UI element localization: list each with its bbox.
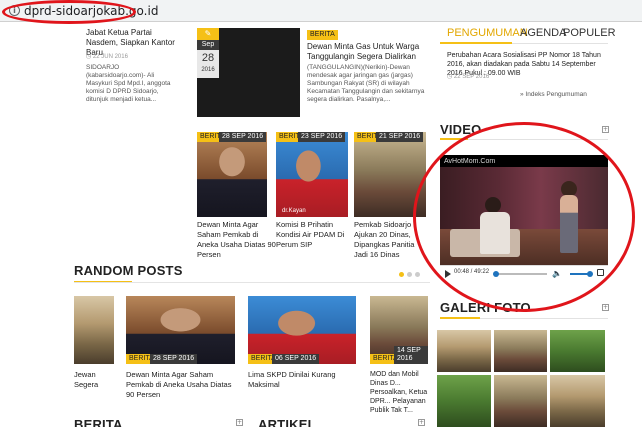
section-underline	[440, 138, 468, 140]
date-badge: 23 SEP 2016	[298, 132, 346, 142]
video-progress-knob[interactable]	[492, 271, 499, 277]
pencil-icon: ✎	[197, 28, 219, 40]
date-badge: 06 SEP 2016	[272, 354, 320, 364]
date-block: 28 2016	[197, 50, 219, 78]
video-frame[interactable]	[440, 167, 608, 265]
top-left-excerpt: SIDOARJO (kabarsidoarjo.com)- Ali Masyku…	[86, 64, 171, 103]
date-badge: 28 SEP 2016	[150, 354, 198, 364]
carousel-dot[interactable]	[415, 272, 420, 277]
random-post-image-2[interactable]: BERITA 28 SEP 2016	[126, 296, 235, 364]
video-player[interactable]: AvHotMom.Com 00:48 / 49:22 🔈	[440, 155, 608, 281]
tab-pengumuman[interactable]: PENGUMUMAN	[447, 24, 528, 42]
section-underline	[440, 317, 480, 319]
clock-icon: ◷	[447, 74, 454, 80]
gallery-photo[interactable]	[550, 330, 605, 372]
artikel-heading: ARTIKEL	[258, 417, 316, 427]
section-divider	[74, 282, 430, 283]
date-month: Sep	[197, 40, 219, 50]
top-left-date: ◷ 22 JUN 2016	[86, 54, 128, 60]
random-post-title-2[interactable]: Dewan Minta Agar Saham Pemkab di Aneka U…	[126, 370, 238, 400]
news-card-image-1[interactable]: BERITA 28 SEP 2016	[197, 132, 267, 217]
berita-heading: BERITA	[74, 417, 123, 427]
gallery-photo[interactable]	[494, 330, 547, 372]
expand-icon[interactable]: +	[418, 419, 425, 426]
carousel-dot-active[interactable]	[399, 272, 404, 277]
news-card-title-1[interactable]: Dewan Minta Agar Saham Pemkab di Aneka U…	[197, 220, 277, 260]
news-card-image-3[interactable]: BERITA 21 SEP 2016	[354, 132, 426, 217]
category-badge[interactable]: BERITA	[307, 30, 338, 40]
browser-address-bar[interactable]: i dprd-sidoarjokab.go.id	[0, 0, 642, 22]
index-pengumuman-link[interactable]: » Indeks Pengumuman	[520, 91, 587, 98]
random-post-image-4[interactable]: BERITA 14 SEP 2016	[370, 296, 428, 364]
date-day: 28	[201, 52, 215, 64]
gallery-photo[interactable]	[494, 375, 547, 427]
featured-story-excerpt: (TANGGULANGIN)(Nerikin)-Dewan mendesak a…	[307, 64, 425, 103]
video-figure	[560, 195, 578, 253]
random-post-image-1[interactable]	[74, 296, 114, 364]
volume-icon[interactable]: 🔈	[552, 269, 562, 278]
expand-icon[interactable]: +	[602, 126, 609, 133]
date-year: 2016	[201, 67, 215, 73]
random-post-image-3[interactable]: BERITA 06 SEP 2016	[248, 296, 356, 364]
video-controls[interactable]: 00:48 / 49:22 🔈	[440, 265, 608, 281]
volume-slider[interactable]	[570, 271, 593, 277]
date-badge: 28 SEP 2016	[219, 132, 267, 142]
news-card-image-2[interactable]: BERITA 23 SEP 2016 dr.Kayan	[276, 132, 348, 217]
url-text[interactable]: dprd-sidoarjokab.go.id	[24, 4, 158, 18]
clock-icon: ◷	[86, 54, 93, 60]
random-posts-heading: RANDOM POSTS	[74, 263, 183, 278]
gallery-photo[interactable]	[437, 330, 491, 372]
tab-populer[interactable]: POPULER	[563, 24, 616, 42]
news-card-title-2[interactable]: Komisi B Prihatin Kondisi Air PDAM Di Pe…	[276, 220, 352, 250]
date-badge: 21 SEP 2016	[376, 132, 424, 142]
active-tab-indicator	[440, 42, 512, 44]
featured-story-title[interactable]: Dewan Minta Gas Untuk Warga Tanggulangin…	[307, 42, 425, 62]
fullscreen-icon[interactable]	[597, 269, 604, 276]
photo-caption: dr.Kayan	[282, 208, 306, 214]
carousel-dot[interactable]	[407, 272, 412, 277]
video-figure	[480, 212, 510, 254]
featured-story-image[interactable]: ✎ Sep 28 2016	[197, 28, 300, 117]
video-watermark: AvHotMom.Com	[444, 158, 496, 165]
news-card-title-3[interactable]: Pemkab Sidoarjo Ajukan 20 Dinas, Dipangk…	[354, 220, 430, 260]
video-heading: VIDEO	[440, 122, 482, 137]
random-post-title-4[interactable]: MOD dan Mobil Dinas D... Persoalkan, Ket…	[370, 370, 430, 415]
video-time: 00:48 / 49:22	[454, 269, 490, 275]
info-icon[interactable]: i	[9, 5, 20, 16]
play-icon[interactable]	[445, 270, 451, 278]
announcement-date: ◷ 22 SEP 2016	[447, 74, 490, 80]
date-badge: 14 SEP 2016	[394, 346, 428, 364]
random-post-title-1[interactable]: Jewan Segera	[74, 370, 114, 390]
random-post-title-3[interactable]: Lima SKPD Dinilai Kurang Maksimal	[248, 370, 358, 390]
expand-icon[interactable]: +	[236, 419, 243, 426]
expand-icon[interactable]: +	[602, 304, 609, 311]
gallery-photo[interactable]	[437, 375, 491, 427]
gallery-photo[interactable]	[550, 375, 605, 427]
tab-agenda[interactable]: AGENDA	[520, 24, 566, 42]
gallery-heading: GALERI FOTO	[440, 300, 531, 315]
video-progress-track[interactable]	[492, 271, 547, 277]
volume-knob[interactable]	[587, 271, 593, 277]
video-figure-head	[485, 197, 501, 213]
